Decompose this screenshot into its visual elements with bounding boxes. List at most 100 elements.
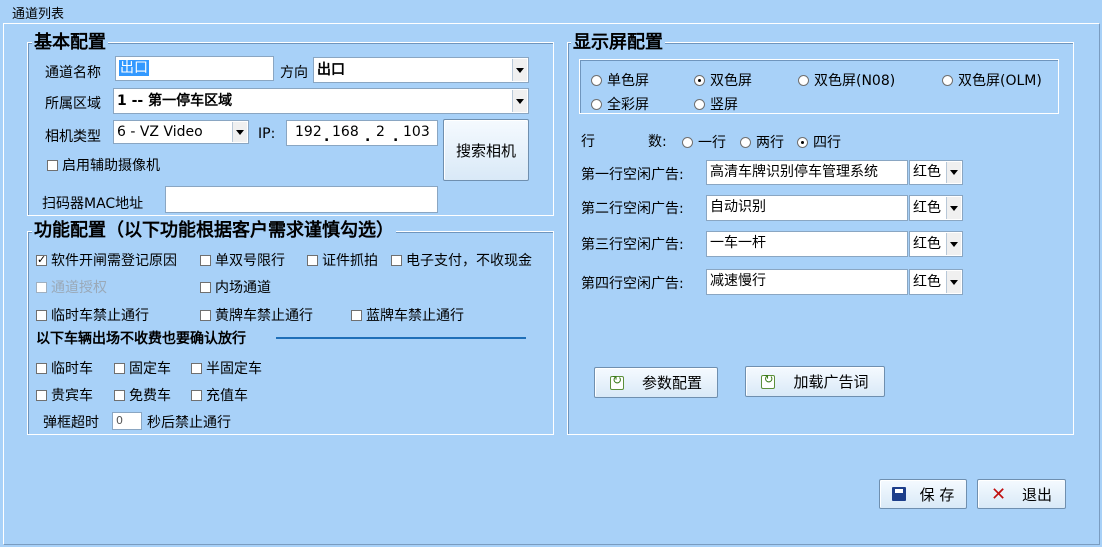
- checkbox-icon[interactable]: [391, 255, 402, 266]
- direction-select[interactable]: 出口: [313, 57, 529, 83]
- screen-type-mono[interactable]: 单色屏: [591, 70, 649, 90]
- rows-label-1: 行: [581, 134, 595, 150]
- ip-octet-4[interactable]: 103: [403, 124, 430, 140]
- radio-icon[interactable]: [740, 137, 751, 148]
- checkbox-icon[interactable]: [114, 363, 125, 374]
- ad-row-4-input[interactable]: 减速慢行: [706, 269, 908, 295]
- chevron-down-icon[interactable]: [512, 90, 527, 112]
- param-config-label: 参数配置: [641, 374, 702, 392]
- option-manual-open-reason[interactable]: 软件开闸需登记原因: [36, 250, 177, 270]
- aux-camera-checkbox[interactable]: 启用辅助摄像机: [47, 155, 160, 175]
- ad-row-2-input[interactable]: 自动识别: [706, 195, 908, 221]
- checkbox-icon[interactable]: [200, 255, 211, 266]
- rows-one[interactable]: 一行: [682, 132, 726, 152]
- ip-octet-2[interactable]: 168: [332, 124, 359, 140]
- rows-option-label: 一行: [698, 135, 726, 151]
- direction-label: 方向: [280, 65, 308, 81]
- ad-row-1-label: 第一行空闲广告:: [581, 167, 684, 183]
- function-config-legend: 功能配置（以下功能根据客户需求谨慎勾选）: [32, 220, 396, 241]
- radio-checked-icon[interactable]: [797, 137, 808, 148]
- option-blue-plate-ban[interactable]: 蓝牌车禁止通行: [351, 305, 464, 325]
- screen-type-dual[interactable]: 双色屏: [694, 70, 752, 90]
- checkbox-icon[interactable]: [200, 282, 211, 293]
- radio-icon[interactable]: [591, 75, 602, 86]
- ad-row-4-color-select[interactable]: 红色: [909, 269, 963, 295]
- vehicle-label: 贵宾车: [51, 388, 93, 404]
- option-id-capture[interactable]: 证件抓拍: [307, 250, 378, 270]
- chevron-down-icon[interactable]: [946, 233, 961, 255]
- option-temp-car-ban[interactable]: 临时车禁止通行: [36, 305, 149, 325]
- screen-type-label: 全彩屏: [607, 97, 649, 113]
- option-label: 电子支付，不收现金: [406, 253, 532, 269]
- no-charge-subheading: 以下车辆出场不收费也要确认放行: [36, 331, 246, 347]
- vehicle-fixed[interactable]: 固定车: [114, 358, 171, 378]
- channel-name-input[interactable]: 出口: [115, 56, 274, 81]
- chevron-down-icon[interactable]: [946, 197, 961, 219]
- checkbox-checked-icon[interactable]: [36, 253, 47, 267]
- radio-checked-icon[interactable]: [694, 75, 705, 86]
- checkbox-icon[interactable]: [191, 390, 202, 401]
- checkbox-icon[interactable]: [200, 310, 211, 321]
- exit-button[interactable]: ✕ 退出: [977, 479, 1066, 509]
- option-label: 内场通道: [215, 280, 271, 296]
- vehicle-label: 充值车: [206, 388, 248, 404]
- option-yellow-plate-ban[interactable]: 黄牌车禁止通行: [200, 305, 313, 325]
- checkbox-icon[interactable]: [47, 160, 58, 171]
- vehicle-semi-fixed[interactable]: 半固定车: [191, 358, 262, 378]
- ad-row-1-color-select[interactable]: 红色: [909, 160, 963, 185]
- vehicle-free[interactable]: 免费车: [114, 385, 171, 405]
- ip-octet-3[interactable]: 2: [376, 124, 385, 140]
- checkbox-icon[interactable]: [114, 390, 125, 401]
- vehicle-vip[interactable]: 贵宾车: [36, 385, 93, 405]
- screen-type-vertical[interactable]: 竖屏: [694, 94, 738, 114]
- option-channel-auth: 通道授权: [36, 277, 107, 297]
- ad-row-3-input[interactable]: 一车一杆: [706, 231, 908, 257]
- option-inner-channel[interactable]: 内场通道: [200, 277, 271, 297]
- checkbox-icon[interactable]: [36, 390, 47, 401]
- radio-icon[interactable]: [942, 75, 953, 86]
- option-electronic-payment[interactable]: 电子支付，不收现金: [391, 250, 532, 270]
- chevron-down-icon[interactable]: [946, 271, 961, 293]
- save-button[interactable]: 保 存: [879, 479, 967, 509]
- screen-type-full-color[interactable]: 全彩屏: [591, 94, 649, 114]
- rows-two[interactable]: 两行: [740, 132, 784, 152]
- ip-octet-1[interactable]: 192: [295, 124, 322, 140]
- checkbox-icon[interactable]: [191, 363, 202, 374]
- search-camera-button[interactable]: 搜索相机: [443, 119, 529, 181]
- chevron-down-icon[interactable]: [512, 59, 527, 81]
- timeout-input[interactable]: 0: [112, 412, 142, 430]
- checkbox-icon[interactable]: [36, 310, 47, 321]
- load-ad-button[interactable]: 加载广告词: [745, 366, 885, 397]
- scanner-mac-input[interactable]: [165, 186, 438, 213]
- ad-row-2-color-value: 红色: [913, 200, 941, 216]
- vehicle-prepaid[interactable]: 充值车: [191, 385, 248, 405]
- checkbox-icon[interactable]: [351, 310, 362, 321]
- direction-value: 出口: [317, 62, 345, 78]
- radio-icon[interactable]: [682, 137, 693, 148]
- refresh-icon: [609, 373, 624, 390]
- ip-input[interactable]: 192 . 168 . 2 . 103: [286, 120, 438, 146]
- param-config-button[interactable]: 参数配置: [594, 367, 718, 398]
- option-odd-even-limit[interactable]: 单双号限行: [200, 250, 285, 270]
- vehicle-temp[interactable]: 临时车: [36, 358, 93, 378]
- ad-row-1-input[interactable]: 高清车牌识别停车管理系统: [706, 160, 908, 185]
- radio-icon[interactable]: [798, 75, 809, 86]
- rows-option-label: 四行: [813, 135, 841, 151]
- checkbox-icon[interactable]: [307, 255, 318, 266]
- radio-icon[interactable]: [694, 99, 705, 110]
- area-select[interactable]: 1 -- 第一停车区域: [113, 88, 529, 114]
- rows-four[interactable]: 四行: [797, 132, 841, 152]
- ad-row-1-color-value: 红色: [913, 164, 941, 180]
- radio-icon[interactable]: [591, 99, 602, 110]
- ad-row-2-color-select[interactable]: 红色: [909, 195, 963, 221]
- chevron-down-icon[interactable]: [946, 162, 961, 183]
- ip-dot: .: [393, 129, 399, 145]
- checkbox-icon[interactable]: [36, 363, 47, 374]
- screen-type-dual-olm[interactable]: 双色屏(OLM): [942, 70, 1042, 90]
- camera-type-value: 6 - VZ Video: [117, 124, 203, 140]
- screen-type-dual-n08[interactable]: 双色屏(N08): [798, 70, 895, 90]
- ip-dot: .: [365, 129, 371, 145]
- camera-type-select[interactable]: 6 - VZ Video: [113, 120, 249, 144]
- chevron-down-icon[interactable]: [232, 122, 247, 142]
- ad-row-3-color-select[interactable]: 红色: [909, 231, 963, 257]
